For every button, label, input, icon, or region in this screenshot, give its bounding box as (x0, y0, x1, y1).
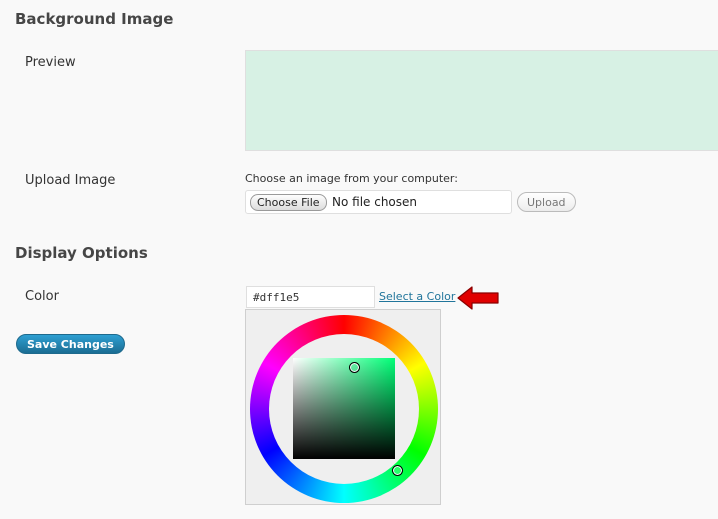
upload-image-label: Upload Image (25, 173, 116, 188)
background-preview (245, 50, 718, 151)
settings-page: Background Image Preview Upload Image Ch… (0, 0, 718, 519)
display-options-heading: Display Options (15, 244, 148, 262)
upload-hint-text: Choose an image from your computer: (245, 172, 458, 185)
red-arrow-icon (457, 286, 499, 310)
file-input[interactable]: Choose File No file chosen (245, 190, 512, 214)
preview-label: Preview (25, 55, 76, 70)
color-picker[interactable] (245, 309, 441, 505)
hue-handle[interactable] (392, 465, 403, 476)
select-color-link[interactable]: Select a Color (379, 290, 455, 303)
background-image-heading: Background Image (15, 10, 174, 28)
color-hex-input[interactable] (246, 286, 375, 308)
upload-button[interactable]: Upload (517, 192, 576, 212)
choose-file-button[interactable]: Choose File (250, 194, 327, 211)
saturation-lightness-square[interactable] (293, 358, 395, 459)
no-file-chosen-text: No file chosen (332, 195, 418, 209)
save-changes-button[interactable]: Save Changes (16, 334, 125, 354)
saturation-lightness-handle[interactable] (349, 362, 360, 373)
color-label: Color (25, 289, 59, 304)
